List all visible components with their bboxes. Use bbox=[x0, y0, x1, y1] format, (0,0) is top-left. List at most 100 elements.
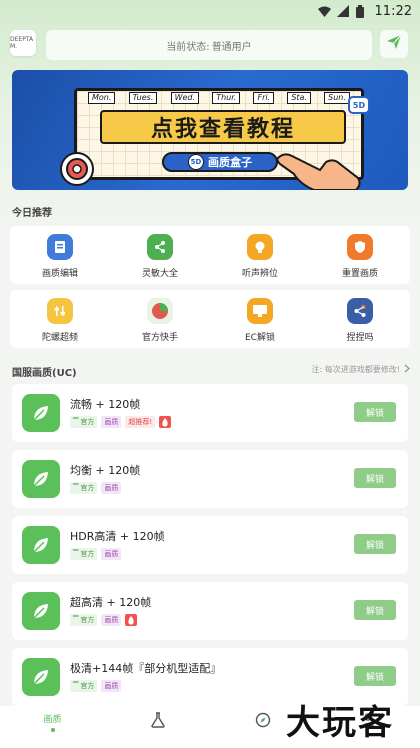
share-icon bbox=[147, 234, 173, 260]
tag-quality: 画质 bbox=[101, 482, 122, 494]
clock-time: 11:22 bbox=[374, 3, 412, 19]
recommend-row-1: 画质编辑 灵敏大全 听声辨位 重置画质 bbox=[10, 226, 410, 284]
uc-section-title: 国服画质(UC) bbox=[12, 368, 77, 379]
mode-title: 流畅 + 120帧 bbox=[70, 398, 141, 411]
banner-subtitle-pill: 5D 画质盒子 bbox=[162, 152, 278, 172]
mode-card[interactable]: 流畅 + 120帧 ▔ 官方 画质 超推荐! 解锁 bbox=[12, 384, 408, 442]
unlock-button[interactable]: 解锁 bbox=[354, 666, 396, 686]
mode-title: 超高清 + 120帧 bbox=[70, 596, 152, 609]
grid-item-sensitivity[interactable]: 灵敏大全 bbox=[110, 226, 210, 284]
day-label: Fri. bbox=[253, 92, 275, 104]
unlock-button[interactable]: 解锁 bbox=[354, 468, 396, 488]
grid-item-quality-edit[interactable]: 画质编辑 bbox=[10, 226, 110, 284]
day-label: Thur. bbox=[212, 92, 241, 104]
unlock-button[interactable]: 解锁 bbox=[354, 600, 396, 620]
unlock-button[interactable]: 解锁 bbox=[354, 402, 396, 422]
grid-label: 听声辨位 bbox=[241, 269, 278, 279]
target-icon bbox=[60, 152, 94, 186]
flask-icon bbox=[150, 712, 165, 732]
bulb-icon bbox=[247, 234, 273, 260]
mode-tags: ▔ 官方 画质 超推荐! bbox=[70, 416, 172, 428]
day-label: Mon. bbox=[88, 92, 116, 104]
tag-text: 官方 bbox=[80, 550, 95, 558]
mode-title: 均衡 + 120帧 bbox=[70, 464, 141, 477]
pie-icon bbox=[147, 298, 173, 324]
send-button[interactable] bbox=[380, 30, 408, 58]
grid-label: 陀螺超频 bbox=[41, 333, 78, 343]
tag-official: ▔ 官方 bbox=[70, 416, 98, 428]
leaf-icon bbox=[22, 658, 60, 696]
mode-card[interactable]: HDR高清 + 120帧 ▔ 官方 画质 解锁 bbox=[12, 516, 408, 574]
tag-quality: 画质 bbox=[101, 416, 122, 428]
compass-icon bbox=[255, 712, 271, 732]
grid-item-official-kuaishou[interactable]: 官方快手 bbox=[110, 290, 210, 348]
tag-official: ▔ 官方 bbox=[70, 482, 98, 494]
active-indicator bbox=[50, 728, 55, 732]
status-label: 当前状态: bbox=[166, 41, 210, 53]
grid-label: 画质编辑 bbox=[41, 269, 78, 279]
grid-label: 官方快手 bbox=[141, 333, 178, 343]
watermark: 大玩客 bbox=[286, 702, 394, 743]
tag-official: ▔ 官方 bbox=[70, 680, 98, 692]
tag-quality: 画质 bbox=[101, 680, 122, 692]
user-status-field[interactable]: 当前状态: 普通用户 bbox=[46, 30, 372, 60]
day-label: Wed. bbox=[170, 92, 200, 104]
grid-item-gyro-overclock[interactable]: 陀螺超频 bbox=[10, 290, 110, 348]
note-text: 注: 每次进游戏都要修改! bbox=[311, 364, 400, 374]
tutorial-banner[interactable]: Mon. Tues. Wed. Thur. Fri. Sta. Sun. 5D … bbox=[12, 70, 408, 190]
leaf-icon bbox=[22, 526, 60, 564]
grid-item-reset-quality[interactable]: 重置画质 bbox=[310, 226, 410, 284]
tag-text: 官方 bbox=[80, 418, 95, 426]
grid-item-ec-unlock[interactable]: EC解锁 bbox=[210, 290, 310, 348]
day-label: Tues. bbox=[128, 92, 158, 104]
leaf-icon bbox=[22, 460, 60, 498]
nav-item-lab[interactable] bbox=[105, 706, 210, 732]
grid-label: 捏捏吗 bbox=[346, 333, 374, 343]
avatar[interactable]: DEEPTA M. bbox=[10, 30, 36, 56]
status-bar: 11:22 bbox=[0, 0, 420, 22]
day-label: Sun. bbox=[324, 92, 350, 104]
status-value: 普通用户 bbox=[211, 41, 252, 53]
leaf-icon bbox=[22, 592, 60, 630]
tag-quality: 画质 bbox=[101, 614, 122, 626]
unlock-button[interactable]: 解锁 bbox=[354, 534, 396, 554]
mode-tags: ▔ 官方 画质 bbox=[70, 548, 122, 560]
mode-tags: ▔ 官方 画质 bbox=[70, 482, 122, 494]
bars-icon: ▔ bbox=[73, 550, 79, 558]
nav-label: 画质 bbox=[43, 715, 62, 725]
monitor-icon bbox=[247, 298, 273, 324]
bars-icon: ▔ bbox=[73, 484, 79, 492]
grid-label: 灵敏大全 bbox=[141, 269, 178, 279]
tag-text: 官方 bbox=[80, 616, 95, 624]
grid-item-sound-locate[interactable]: 听声辨位 bbox=[210, 226, 310, 284]
bars-icon: ▔ bbox=[73, 682, 79, 690]
fire-icon bbox=[159, 416, 172, 428]
nav-item-quality[interactable]: 画质 bbox=[0, 706, 105, 732]
mode-card[interactable]: 超高清 + 120帧 ▔ 官方 画质 解锁 bbox=[12, 582, 408, 640]
signal-icon bbox=[336, 5, 350, 18]
recommend-row-2: 陀螺超频 官方快手 EC解锁 捏捏吗 bbox=[10, 290, 410, 348]
tag-official: ▔ 官方 bbox=[70, 614, 98, 626]
banner-subtitle: 画质盒子 bbox=[208, 156, 252, 169]
shield-icon bbox=[347, 234, 373, 260]
edit-doc-icon bbox=[47, 234, 73, 260]
tag-recommend: 超推荐! bbox=[125, 416, 156, 428]
tag-text: 官方 bbox=[80, 484, 95, 492]
grid-item-pinch[interactable]: 捏捏吗 bbox=[310, 290, 410, 348]
fire-icon bbox=[125, 614, 138, 626]
bars-icon: ▔ bbox=[73, 418, 79, 426]
day-label: Sta. bbox=[287, 92, 311, 104]
mode-tags: ▔ 官方 画质 bbox=[70, 680, 122, 692]
tag-quality: 画质 bbox=[101, 548, 122, 560]
banner-badge: 5D bbox=[348, 96, 370, 114]
banner-title: 点我查看教程 bbox=[100, 110, 346, 144]
avatar-text: DEEPTA M. bbox=[10, 36, 34, 50]
mode-card[interactable]: 均衡 + 120帧 ▔ 官方 画质 解锁 bbox=[12, 450, 408, 508]
tag-text: 官方 bbox=[80, 682, 95, 690]
share-node-icon bbox=[347, 298, 373, 324]
uc-section-note[interactable]: 注: 每次进游戏都要修改! bbox=[300, 362, 411, 376]
leaf-icon bbox=[22, 394, 60, 432]
chevron-right-icon bbox=[404, 363, 411, 375]
sliders-icon bbox=[47, 298, 73, 324]
mode-tags: ▔ 官方 画质 bbox=[70, 614, 138, 626]
